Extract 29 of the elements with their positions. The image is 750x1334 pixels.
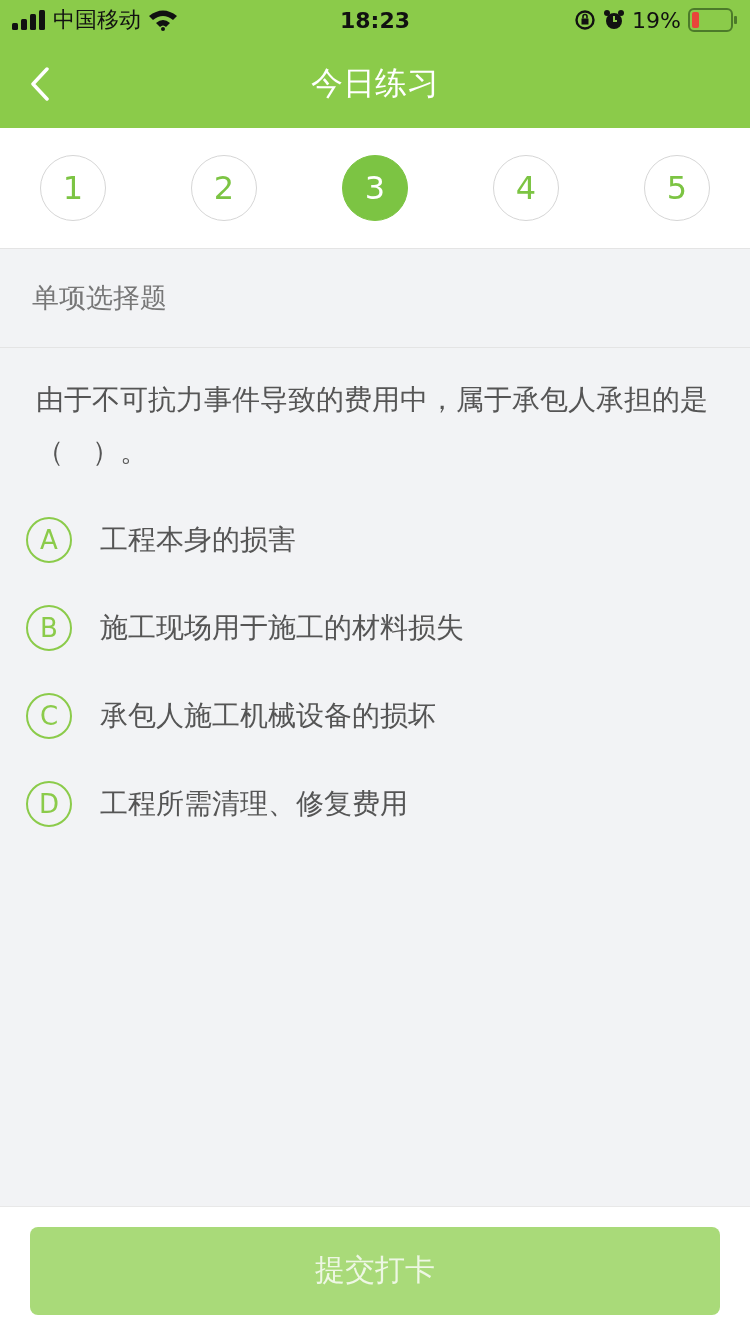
- question-number[interactable]: 3: [342, 155, 408, 221]
- rotation-lock-icon: [574, 9, 597, 31]
- answer-option[interactable]: D 工程所需清理、修复费用: [0, 760, 750, 848]
- answer-option[interactable]: C 承包人施工机械设备的损坏: [0, 672, 750, 760]
- status-time: 18:23: [340, 7, 410, 33]
- question-number[interactable]: 2: [191, 155, 257, 221]
- question-number[interactable]: 5: [644, 155, 710, 221]
- option-letter: C: [26, 693, 72, 739]
- back-icon[interactable]: [30, 67, 50, 101]
- option-letter: A: [26, 517, 72, 563]
- question-number[interactable]: 4: [493, 155, 559, 221]
- option-text: 工程所需清理、修复费用: [100, 786, 408, 822]
- option-text: 工程本身的损害: [100, 522, 296, 558]
- answer-option[interactable]: B 施工现场用于施工的材料损失: [0, 584, 750, 672]
- option-letter: B: [26, 605, 72, 651]
- carrier-name: 中国移动: [53, 6, 141, 34]
- answer-option[interactable]: A 工程本身的损害: [0, 496, 750, 584]
- section-title: 单项选择题: [32, 281, 167, 315]
- wifi-icon: [148, 9, 178, 31]
- signal-icon: [12, 10, 46, 30]
- question-text: 由于不可抗力事件导致的费用中，属于承包人承担的是（ ）。: [36, 382, 709, 470]
- page-title: 今日练习: [311, 63, 439, 104]
- option-text: 施工现场用于施工的材料损失: [100, 610, 464, 646]
- question-number[interactable]: 1: [40, 155, 106, 221]
- option-letter: D: [26, 781, 72, 827]
- battery-icon: [688, 8, 738, 32]
- option-text: 承包人施工机械设备的损坏: [100, 698, 436, 734]
- alarm-icon: [603, 9, 626, 31]
- battery-percent: 19%: [632, 7, 681, 33]
